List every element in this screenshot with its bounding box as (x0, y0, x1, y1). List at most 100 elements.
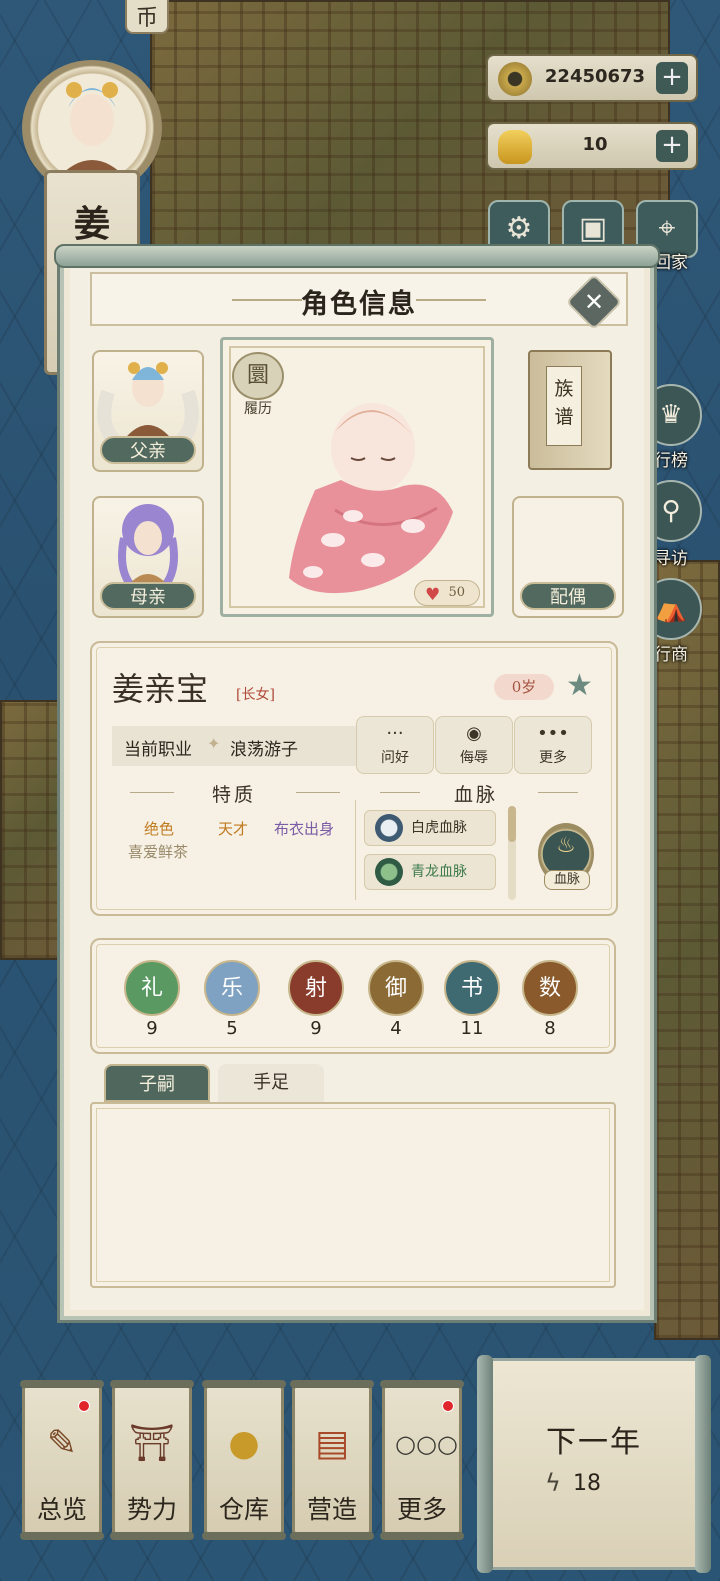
gold-ingot-bar: 10 + (486, 122, 698, 170)
map-land-right (654, 560, 720, 1340)
overview-scroll-icon: ✎ (46, 1423, 78, 1464)
next-year-button[interactable]: 下一年 ϟ 18 (477, 1355, 711, 1573)
warehouse-button[interactable]: ● 仓库 (202, 1380, 286, 1540)
energy-value: 18 (573, 1471, 601, 1496)
affection-value: 50 (448, 585, 465, 600)
occupation-value: 浪荡游子 (230, 740, 298, 760)
skill-calligraphy-icon: 书 (444, 960, 500, 1016)
gold-ingot-icon (498, 130, 532, 164)
more-actions-label: 更多 (539, 750, 567, 766)
angry-face-icon: ◉ (466, 723, 482, 744)
white-tiger-icon (375, 814, 403, 842)
trait-item: 喜爱鲜茶 (128, 843, 189, 861)
bloodline-item-label: 白虎血脉 (411, 820, 467, 836)
dock-rod (202, 1380, 286, 1388)
panel-top-rod (54, 244, 660, 268)
favorite-star-icon[interactable]: ★ (566, 668, 593, 703)
construction-button[interactable]: ▤ 营造 (290, 1380, 374, 1540)
skill-calligraphy-value: 11 (460, 1018, 484, 1039)
mother-card[interactable]: 母亲 (92, 496, 204, 618)
top-tag-text: 币 (135, 6, 158, 31)
insult-button[interactable]: ◉ 侮辱 (435, 716, 513, 774)
resume-label: 履历 (244, 401, 272, 417)
spouse-label: 配偶 (520, 582, 616, 610)
resume-scroll-icon: 圜 (246, 363, 269, 388)
top-tag[interactable]: 币 (125, 0, 169, 34)
father-portrait-icon (97, 362, 199, 445)
genealogy-book-button[interactable]: 族谱 (528, 350, 612, 470)
skill-charioteering-value: 4 (390, 1018, 402, 1039)
add-coins-button[interactable]: + (656, 62, 688, 94)
greet-button[interactable]: ··· 问好 (356, 716, 434, 774)
close-icon: ✕ (583, 288, 605, 316)
player-surname: 姜 (73, 203, 110, 245)
bloodline-title: 血脉 (454, 784, 499, 806)
dock-rod (290, 1532, 374, 1540)
warehouse-label: 仓库 (218, 1495, 269, 1524)
resume-button[interactable]: 圜 (232, 352, 284, 400)
occupation-row: 当前职业 ✦ 浪荡游子 (112, 726, 356, 766)
traits-title: 特质 (212, 784, 257, 806)
traits-line-right (296, 792, 340, 793)
heart-icon: ♥ (425, 585, 441, 605)
trait-item: 布衣出身 (274, 820, 335, 838)
skill-math-icon: 数 (522, 960, 578, 1016)
merchant-tent-icon: ⛺ (654, 594, 688, 624)
more-notification-dot (442, 1400, 454, 1412)
children-list (90, 1102, 616, 1288)
age-badge: 0岁 (494, 674, 554, 700)
more-circles-icon: ○○○ (395, 1430, 458, 1458)
map-pin-icon: ⌖ (658, 211, 676, 246)
genealogy-label: 族谱 (554, 378, 574, 428)
panel-title-box: 角色信息 (90, 272, 628, 326)
gold-ingot-value: 10 (582, 134, 608, 155)
magnifier-icon: ⚲ (661, 496, 681, 526)
lightning-icon: ϟ (545, 1469, 561, 1497)
money-bag-icon: ● (228, 1423, 260, 1464)
more-dots-icon: ••• (537, 723, 569, 744)
add-ingots-button[interactable]: + (656, 130, 688, 162)
traits-bloodline-divider (355, 800, 356, 900)
bloodline-scroll-thumb[interactable] (508, 806, 516, 842)
flame-icon: ♨ (556, 833, 576, 858)
trophy-icon: ♛ (659, 400, 683, 430)
father-label: 父亲 (100, 436, 196, 464)
construction-label: 营造 (306, 1495, 357, 1524)
title-deco-right (416, 299, 486, 301)
mother-label: 母亲 (100, 582, 196, 610)
azure-dragon-icon (375, 858, 403, 886)
bloodline-item[interactable]: 白虎血脉 (364, 810, 496, 846)
floppy-icon: ▣ (578, 211, 608, 246)
father-card[interactable]: 父亲 (92, 350, 204, 472)
trait-item: 绝色 (144, 820, 175, 838)
skill-archery-value: 9 (310, 1018, 322, 1039)
skill-rites-icon: 礼 (124, 960, 180, 1016)
factions-label: 势力 (126, 1495, 177, 1524)
greet-label: 问好 (381, 750, 409, 766)
genealogy-spine: 族谱 (546, 366, 582, 446)
skill-math-value: 8 (544, 1018, 556, 1039)
spouse-card[interactable]: 配偶 (512, 496, 624, 618)
skill-charioteering-icon: 御 (368, 960, 424, 1016)
factions-button[interactable]: ⛩ 势力 (110, 1380, 194, 1540)
more-menu-label: 更多 (396, 1495, 447, 1524)
overview-label: 总览 (36, 1495, 87, 1524)
bloodline-line-left (380, 792, 420, 793)
occupation-separator-icon: ✦ (207, 734, 221, 753)
dock-rod (110, 1532, 194, 1540)
occupation-key: 当前职业 (124, 740, 192, 760)
bloodline-button-label: 血脉 (544, 870, 590, 890)
tab-siblings[interactable]: 手足 (218, 1064, 324, 1102)
more-actions-button[interactable]: ••• 更多 (514, 716, 592, 774)
bloodline-scrollbar[interactable] (508, 806, 516, 900)
tab-children[interactable]: 子嗣 (104, 1064, 210, 1102)
next-year-label: 下一年 (546, 1425, 642, 1460)
insult-label: 侮辱 (460, 750, 488, 766)
copper-coin-icon (498, 62, 532, 96)
bloodline-item[interactable]: 青龙血脉 (364, 854, 496, 890)
mother-portrait-icon (118, 504, 178, 588)
trowel-bricks-icon: ▤ (314, 1423, 349, 1464)
overview-button[interactable]: ✎ 总览 (20, 1380, 104, 1540)
panel-title: 角色信息 (301, 289, 417, 320)
copper-coin-value: 22450673 (544, 66, 646, 87)
